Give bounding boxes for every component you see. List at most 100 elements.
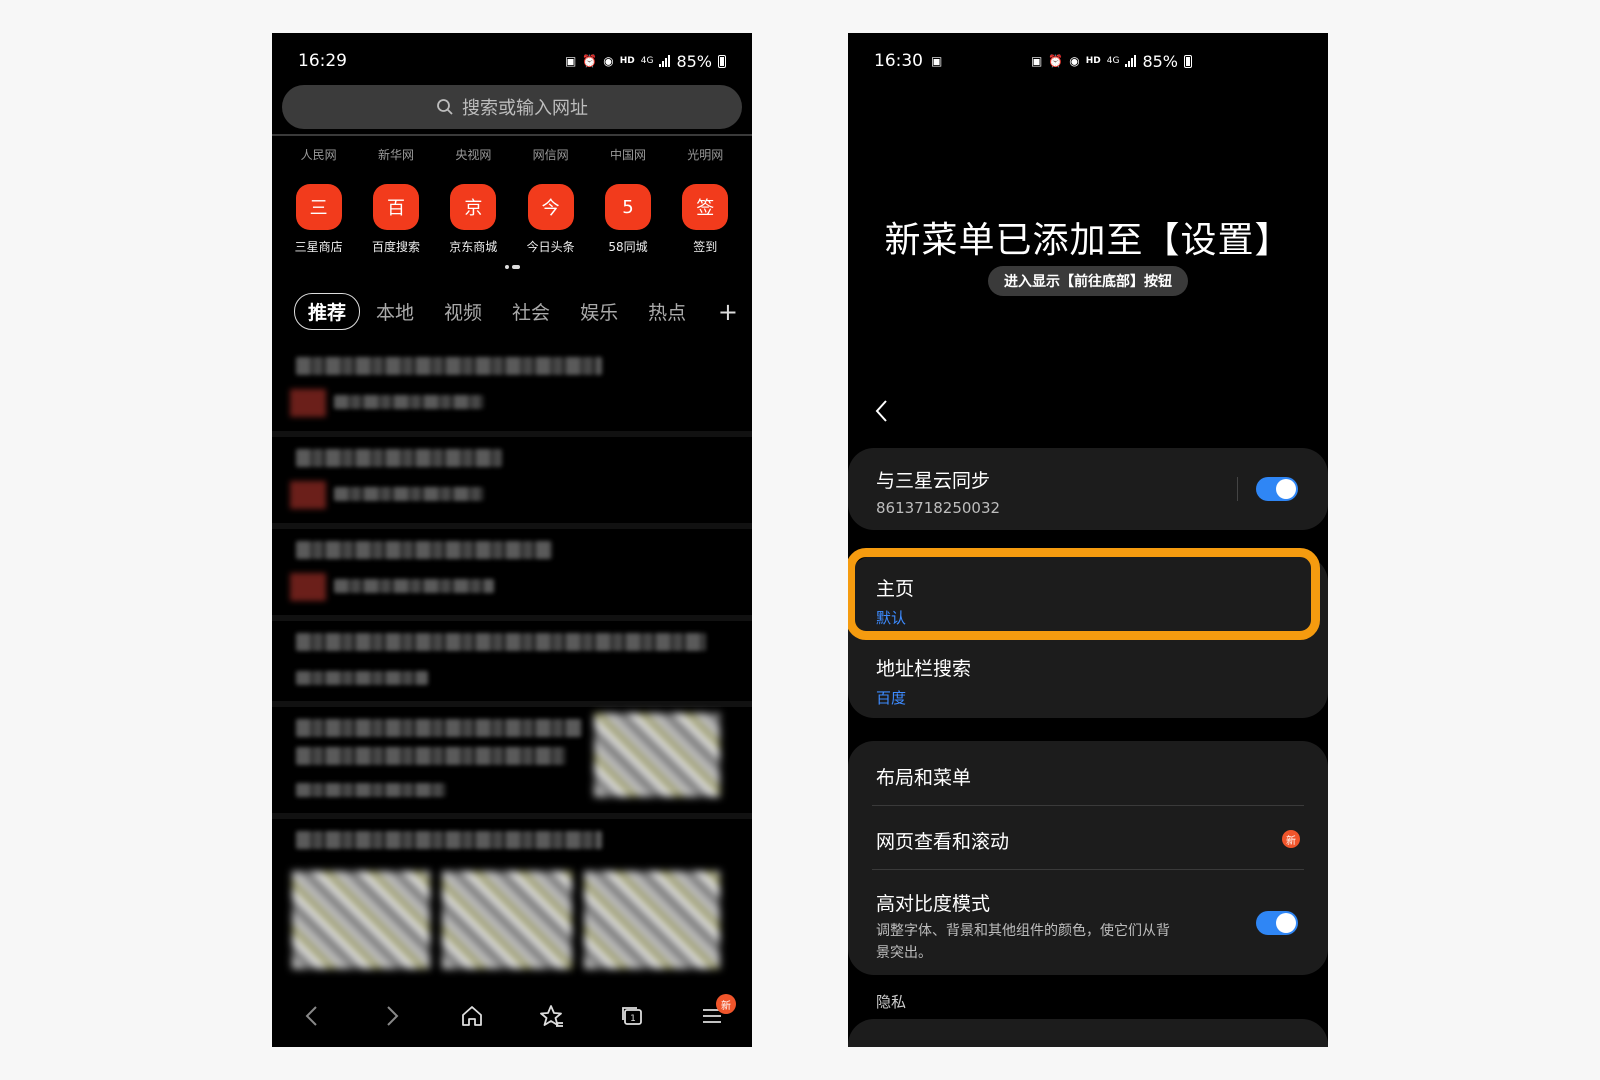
page-view-row[interactable]: 网页查看和滚动 bbox=[876, 827, 1300, 854]
checkin-icon: 签 bbox=[682, 184, 729, 230]
blurred-meta bbox=[296, 671, 428, 685]
site-link[interactable]: 网信网 bbox=[533, 146, 569, 163]
tabs-icon: 1 bbox=[622, 1007, 642, 1025]
shortcut-jd[interactable]: 京 京东商城 bbox=[438, 184, 508, 255]
blurred-headline bbox=[296, 747, 566, 765]
divider bbox=[1237, 477, 1238, 501]
shortcut-label: 今日头条 bbox=[526, 240, 575, 254]
battery-percent: 85% bbox=[1142, 51, 1178, 71]
hotspot-icon: ◉ bbox=[603, 54, 614, 68]
shortcut-label: 三星商店 bbox=[294, 240, 343, 254]
alarm-icon: ⏰ bbox=[1048, 54, 1064, 68]
blurred-source-icon bbox=[290, 481, 326, 509]
tab-video[interactable]: 视频 bbox=[430, 294, 496, 329]
layout-menu-title: 布局和菜单 bbox=[876, 767, 972, 789]
samsung-store-icon: 三 bbox=[295, 184, 342, 230]
hd-label: HD bbox=[1085, 56, 1101, 66]
news-feed bbox=[272, 345, 752, 995]
blurred-thumbnail bbox=[594, 713, 720, 797]
site-link[interactable]: 光明网 bbox=[687, 146, 723, 163]
news-item[interactable] bbox=[272, 529, 752, 621]
blurred-headline bbox=[296, 541, 552, 559]
add-category-button[interactable]: + bbox=[718, 298, 738, 326]
announcement-title: 新菜单已添加至【设置】 bbox=[884, 220, 1292, 261]
blurred-headline bbox=[296, 831, 602, 849]
tabs-button[interactable]: 1 bbox=[612, 996, 652, 1036]
divider bbox=[872, 805, 1304, 806]
tab-hot[interactable]: 热点 bbox=[634, 294, 700, 329]
sync-toggle[interactable] bbox=[1256, 477, 1298, 501]
network-label: 4G bbox=[640, 56, 654, 66]
back-icon bbox=[875, 400, 887, 422]
hotspot-icon: ◉ bbox=[1069, 54, 1080, 68]
privacy-section-label: 隐私 bbox=[876, 993, 907, 1011]
site-link[interactable]: 央视网 bbox=[455, 146, 491, 163]
address-search-row[interactable]: 地址栏搜索 百度 bbox=[876, 654, 1300, 708]
tab-count: 1 bbox=[630, 1014, 636, 1024]
high-contrast-title: 高对比度模式 bbox=[876, 893, 991, 915]
site-link[interactable]: 人民网 bbox=[301, 146, 337, 163]
privacy-card bbox=[848, 1019, 1328, 1047]
toutiao-icon: 今 bbox=[527, 184, 574, 230]
tab-recommended[interactable]: 推荐 bbox=[294, 293, 361, 330]
forward-button[interactable] bbox=[372, 996, 412, 1036]
high-contrast-desc: 调整字体、背景和其他组件的颜色，使它们从背 景突出。 bbox=[876, 920, 1218, 964]
back-icon bbox=[305, 1006, 317, 1026]
sync-account: 8613718250032 bbox=[876, 499, 1001, 517]
blurred-thumbnail bbox=[292, 871, 430, 969]
news-item[interactable] bbox=[272, 819, 752, 979]
news-item[interactable] bbox=[272, 437, 752, 529]
desc-line: 景突出。 bbox=[876, 945, 932, 961]
blurred-thumbnail bbox=[442, 871, 572, 969]
back-button[interactable] bbox=[874, 398, 890, 428]
high-contrast-row[interactable]: 高对比度模式 调整字体、背景和其他组件的颜色，使它们从背 景突出。 bbox=[876, 889, 1218, 964]
display-card: 布局和菜单 网页查看和滚动 新 高对比度模式 调整字体、背景和其他组件的颜色，使… bbox=[848, 741, 1328, 975]
quick-site-links: 人民网 新华网 央视网 网信网 中国网 光明网 bbox=[280, 146, 744, 163]
news-category-tabs: 推荐 本地 视频 社会 娱乐 热点 + bbox=[294, 293, 738, 330]
news-item[interactable] bbox=[272, 345, 752, 437]
site-link[interactable]: 中国网 bbox=[610, 146, 646, 163]
layout-menu-row[interactable]: 布局和菜单 bbox=[876, 763, 1300, 790]
shortcut-checkin[interactable]: 签 签到 bbox=[670, 184, 740, 255]
status-bar: 16:29 ▣ ⏰ ◉ HD 4G 85% bbox=[272, 33, 752, 89]
back-button[interactable] bbox=[292, 996, 332, 1036]
shortcut-label: 百度搜索 bbox=[371, 240, 420, 254]
sync-card[interactable]: 与三星云同步 8613718250032 bbox=[848, 448, 1328, 530]
site-link[interactable]: 新华网 bbox=[378, 146, 414, 163]
blurred-meta bbox=[296, 783, 446, 797]
shortcut-grid: 三 三星商店 百 百度搜索 京 京东商城 今 今日头条 5 58同城 签 签到 bbox=[280, 184, 744, 255]
blurred-source-icon bbox=[290, 389, 326, 417]
tab-society[interactable]: 社会 bbox=[498, 294, 564, 329]
address-search-value: 百度 bbox=[876, 689, 907, 707]
new-badge: 新 bbox=[716, 994, 736, 1014]
news-item[interactable] bbox=[272, 621, 752, 707]
high-contrast-toggle[interactable] bbox=[1256, 911, 1298, 935]
blurred-meta bbox=[334, 579, 494, 593]
tab-entertainment[interactable]: 娱乐 bbox=[566, 294, 632, 329]
browser-home-screen: 16:29 ▣ ⏰ ◉ HD 4G 85% 搜索或输入网址 人民网 新华网 央视… bbox=[272, 33, 752, 1047]
search-input[interactable]: 搜索或输入网址 bbox=[282, 85, 742, 129]
shortcut-samsung-store[interactable]: 三 三星商店 bbox=[284, 184, 354, 255]
shortcut-toutiao[interactable]: 今 今日头条 bbox=[516, 184, 586, 255]
blurred-thumbnail bbox=[584, 871, 720, 969]
bookmark-icon bbox=[540, 1005, 563, 1027]
baidu-icon: 百 bbox=[372, 184, 419, 230]
highlight-frame bbox=[848, 548, 1320, 640]
bookmarks-button[interactable] bbox=[532, 996, 572, 1036]
divider bbox=[872, 869, 1304, 870]
shortcut-baidu[interactable]: 百 百度搜索 bbox=[361, 184, 431, 255]
tab-local[interactable]: 本地 bbox=[362, 294, 428, 329]
news-item[interactable] bbox=[272, 707, 752, 819]
address-search-title: 地址栏搜索 bbox=[876, 658, 972, 680]
shortcut-label: 签到 bbox=[693, 240, 718, 254]
desc-line: 调整字体、背景和其他组件的颜色，使它们从背 bbox=[876, 923, 1170, 939]
battery-icon bbox=[718, 54, 726, 68]
lock-icon: ▣ bbox=[564, 54, 577, 68]
clock: 16:29 bbox=[298, 51, 347, 71]
menu-button[interactable]: 新 bbox=[692, 994, 736, 1036]
blurred-headline bbox=[296, 449, 502, 467]
shortcut-58[interactable]: 5 58同城 bbox=[593, 184, 663, 255]
home-button[interactable] bbox=[452, 996, 492, 1036]
page-view-title: 网页查看和滚动 bbox=[876, 831, 1010, 853]
page-indicator bbox=[272, 265, 752, 269]
